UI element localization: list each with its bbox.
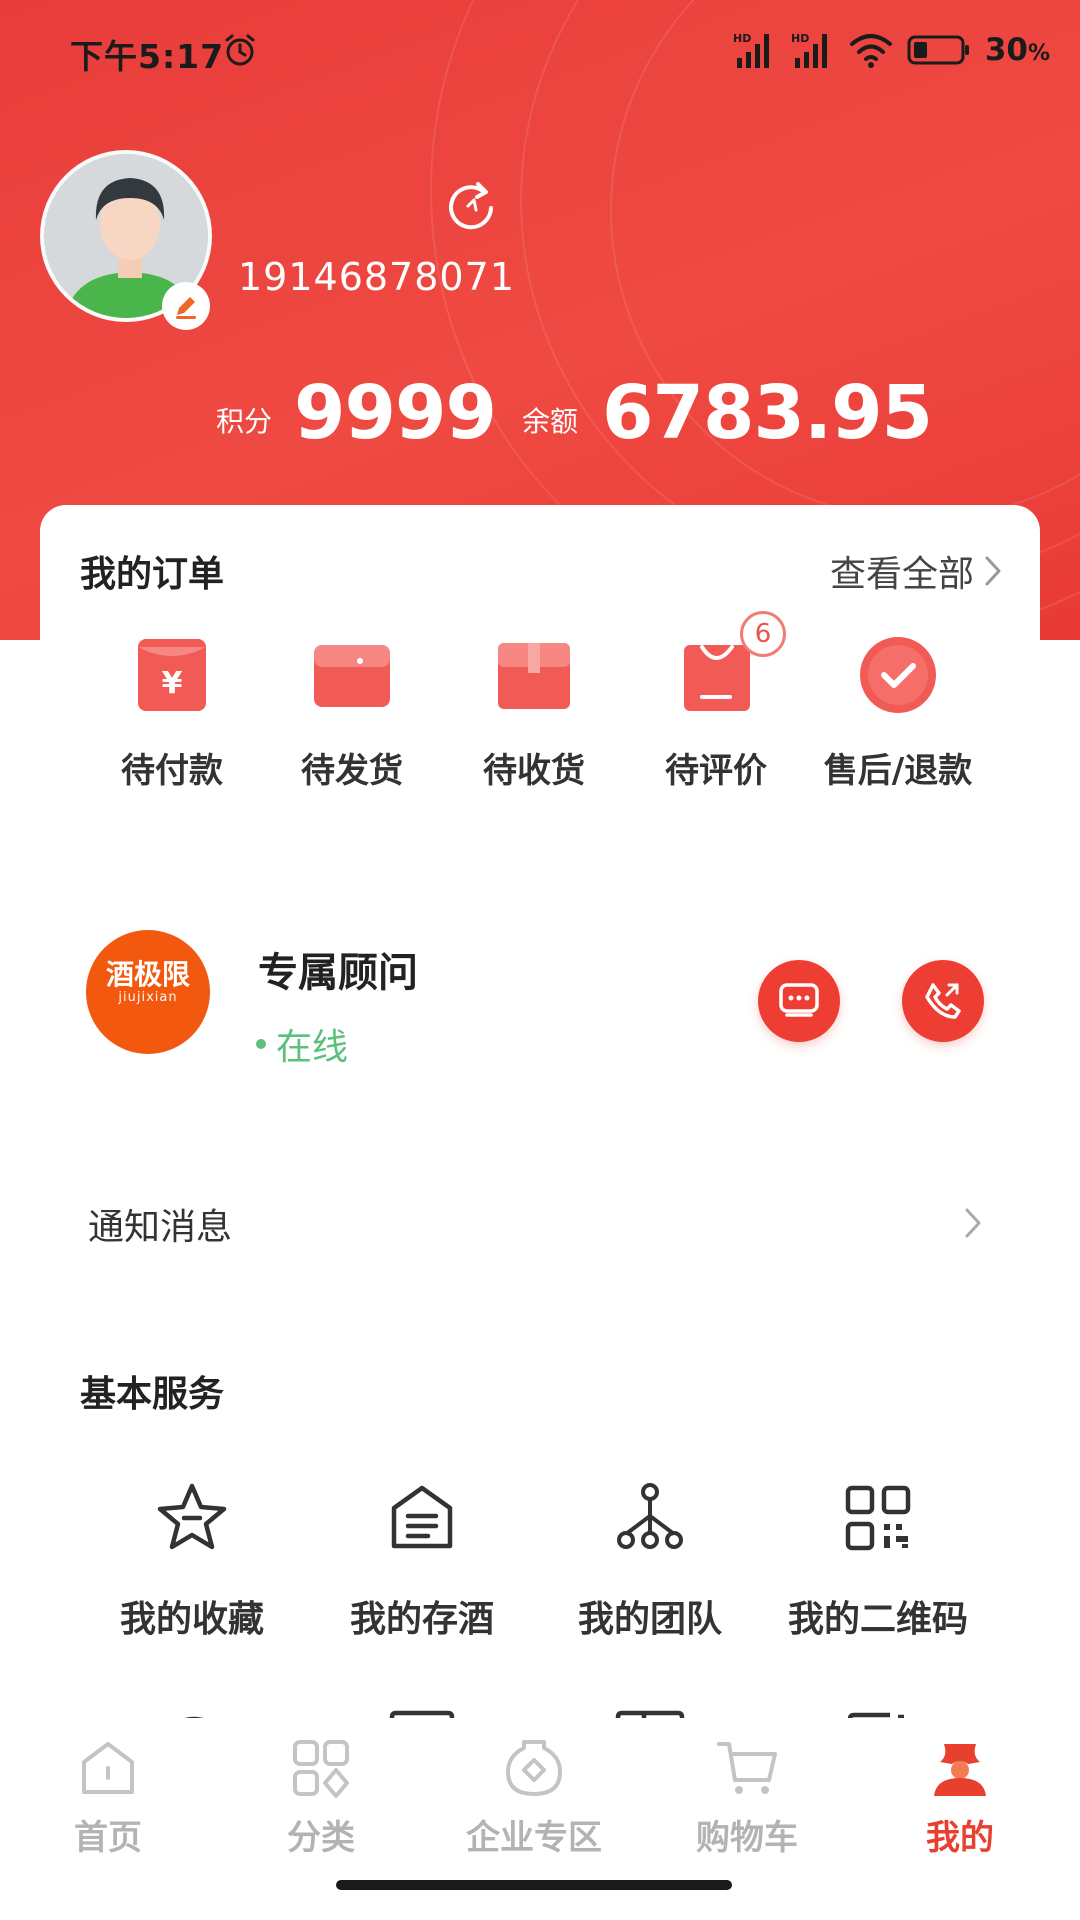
service-label: 我的收藏	[119, 1599, 264, 1640]
chevron-right-icon	[985, 556, 1001, 586]
order-pending-receipt[interactable]: 待收货	[454, 635, 614, 792]
chat-button[interactable]	[758, 960, 840, 1042]
svg-text:HD: HD	[733, 32, 751, 45]
view-all-orders-link[interactable]: 查看全部	[830, 545, 1004, 597]
call-button[interactable]	[902, 960, 984, 1042]
points-value[interactable]: 9999	[294, 370, 497, 456]
orders-card: 我的订单 查看全部 ¥ 待付款 待发货 待收货 6 待评价 售后/退款	[40, 505, 1040, 825]
service-team[interactable]: 我的团队	[540, 1480, 760, 1642]
status-bar: 下午5:17 HD HD 30%	[0, 0, 1080, 100]
order-label: 待评价	[665, 751, 767, 791]
service-qr-code[interactable]: 我的二维码	[768, 1480, 988, 1642]
order-label: 待收货	[483, 751, 585, 791]
tab-cart[interactable]: 购物车	[647, 1736, 847, 1859]
battery-percent: 30%	[984, 32, 1050, 68]
avatar[interactable]	[40, 150, 212, 330]
pencil-icon	[176, 297, 196, 319]
phone-call-icon	[925, 983, 961, 1019]
category-icon	[293, 1740, 349, 1798]
tab-label: 购物车	[696, 1818, 798, 1858]
tab-label: 分类	[287, 1818, 355, 1858]
status-icons: HD HD 30%	[733, 28, 1050, 72]
advisor-card: 酒极限 jiujixian 专属顾问 在线	[0, 930, 1080, 1080]
svg-text:¥: ¥	[162, 666, 183, 701]
battery-icon	[907, 35, 969, 65]
tab-home[interactable]: 首页	[8, 1736, 208, 1859]
tab-label: 首页	[74, 1818, 142, 1858]
service-wine-storage[interactable]: 我的存酒	[312, 1480, 532, 1642]
qr-code-icon	[845, 1485, 911, 1551]
after-sales-icon	[858, 635, 938, 715]
services-title: 基本服务	[80, 1374, 225, 1415]
profile-icon	[934, 1744, 986, 1796]
advisor-status: 在线	[256, 1018, 348, 1070]
tab-category[interactable]: 分类	[221, 1736, 421, 1859]
order-label: 待付款	[121, 751, 223, 791]
order-label: 待发货	[301, 751, 403, 791]
orders-title: 我的订单	[80, 554, 225, 595]
advisor-logo-text: 酒极限	[105, 958, 190, 991]
home-icon	[82, 1742, 134, 1794]
tab-enterprise[interactable]: 企业专区	[434, 1736, 634, 1859]
advisor-logo: 酒极限 jiujixian	[86, 930, 210, 1054]
cart-icon	[717, 1742, 777, 1794]
pending-receipt-icon	[494, 635, 574, 715]
tab-label: 我的	[926, 1818, 994, 1858]
advisor-title: 专属顾问	[258, 950, 418, 996]
order-after-sales[interactable]: 售后/退款	[818, 635, 978, 792]
status-time: 下午5:17	[70, 37, 225, 76]
user-phone: 19146878071	[238, 255, 515, 299]
order-pending-shipment[interactable]: 待发货	[272, 635, 432, 792]
balance-label: 余额	[522, 405, 579, 438]
pending-shipment-icon	[312, 635, 392, 715]
order-pending-review[interactable]: 6 待评价	[636, 611, 796, 792]
online-dot	[256, 1039, 266, 1049]
pending-review-icon: 6	[676, 611, 786, 715]
alarm-icon	[225, 34, 255, 66]
advisor-status-text: 在线	[276, 1027, 349, 1068]
view-all-label: 查看全部	[829, 554, 974, 595]
points-label: 积分	[216, 405, 273, 438]
service-favorites[interactable]: 我的收藏	[82, 1480, 302, 1642]
wine-storage-icon	[391, 1485, 453, 1549]
order-pending-payment[interactable]: ¥ 待付款	[92, 635, 252, 792]
signal-hd-icon: HD	[791, 32, 827, 68]
pending-payment-icon: ¥	[132, 635, 212, 715]
account-stats: 积分 9999 余额 6783.95	[0, 370, 1080, 460]
notifications-row[interactable]: 通知消息	[0, 1180, 1080, 1260]
refresh-icon[interactable]	[444, 178, 500, 234]
chat-icon	[779, 983, 819, 1017]
chevron-right-icon	[965, 1208, 981, 1238]
edit-avatar-button[interactable]	[162, 282, 210, 330]
tab-label: 企业专区	[466, 1818, 602, 1858]
tab-profile[interactable]: 我的	[860, 1736, 1060, 1859]
svg-text:HD: HD	[791, 32, 809, 45]
home-indicator	[336, 1880, 732, 1890]
enterprise-icon	[506, 1740, 562, 1796]
team-icon	[617, 1483, 683, 1549]
balance-value[interactable]: 6783.95	[602, 370, 933, 456]
order-label: 售后/退款	[823, 751, 973, 791]
service-label: 我的存酒	[349, 1599, 494, 1640]
notifications-label: 通知消息	[88, 1207, 233, 1248]
star-icon	[157, 1483, 227, 1550]
wifi-icon	[849, 34, 892, 68]
review-count-badge: 6	[740, 611, 786, 657]
signal-hd-icon: HD	[733, 32, 769, 68]
advisor-logo-sub: jiujixian	[118, 990, 178, 1005]
service-label: 我的二维码	[787, 1599, 968, 1640]
service-label: 我的团队	[577, 1599, 722, 1640]
